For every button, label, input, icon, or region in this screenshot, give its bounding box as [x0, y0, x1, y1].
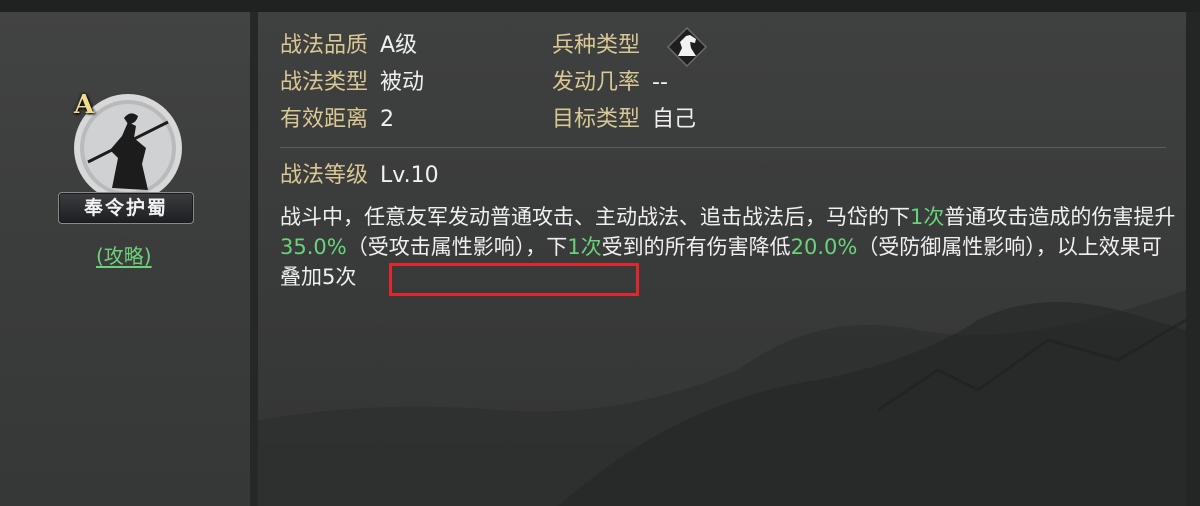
top-bar	[0, 0, 1200, 12]
attr-target-value: 自己	[652, 107, 697, 132]
attr-type: 战法类型 被动	[280, 68, 424, 98]
right-border	[1186, 12, 1200, 506]
skill-name-plate: 奉令护蜀	[58, 192, 194, 224]
attr-level-label: 战法等级	[280, 163, 369, 188]
desc-text: （受防御属性影响），	[857, 235, 1057, 259]
attr-range-label: 有效距离	[280, 107, 369, 132]
attr-type-label: 战法类型	[280, 70, 369, 95]
attr-range-value: 2	[380, 107, 395, 132]
horse-icon	[666, 26, 708, 68]
attr-quality: 战法品质 A级	[280, 31, 417, 61]
attr-troop: 兵种类型	[552, 31, 640, 61]
attr-range: 有效距离 2	[280, 105, 394, 135]
skill-grade-badge: A	[74, 90, 95, 120]
attr-type-value: 被动	[380, 70, 425, 95]
section-divider	[280, 147, 1166, 148]
attr-troop-label: 兵种类型	[552, 33, 641, 58]
attr-quality-value: A级	[380, 33, 418, 58]
attr-target: 目标类型 自己	[552, 105, 696, 135]
attr-target-label: 目标类型	[552, 107, 641, 132]
desc-number: 1次	[910, 205, 945, 229]
attr-rate: 发动几率 --	[552, 68, 668, 98]
desc-text: 受到的所有伤害降低	[601, 235, 791, 259]
desc-text: （受攻击属性影响），下	[346, 235, 568, 259]
skill-detail-screen: A 奉令护蜀 (攻略) 战法品质 A级 战法类型 被动 有效距离 2 兵种类型 发动几…	[0, 0, 1200, 506]
attr-level-value: Lv.10	[380, 163, 439, 188]
desc-text: 战斗中，任意友军发动普通攻击、主动战法、追击战法后，马岱的下	[280, 205, 910, 229]
attr-rate-label: 发动几率	[552, 70, 641, 95]
desc-text: 普通攻击造成的伤害提升	[944, 205, 1176, 229]
desc-number: 1次	[567, 235, 602, 259]
strategy-guide-link[interactable]: (攻略)	[96, 240, 152, 269]
attr-level: 战法等级 Lv.10	[280, 161, 439, 191]
panel-divider	[250, 12, 258, 506]
attr-rate-value: --	[652, 70, 668, 95]
attr-quality-label: 战法品质	[280, 33, 369, 58]
desc-number: 20.0%	[790, 235, 858, 259]
desc-number: 35.0%	[280, 235, 347, 259]
annotation-highlight-box	[389, 263, 639, 296]
